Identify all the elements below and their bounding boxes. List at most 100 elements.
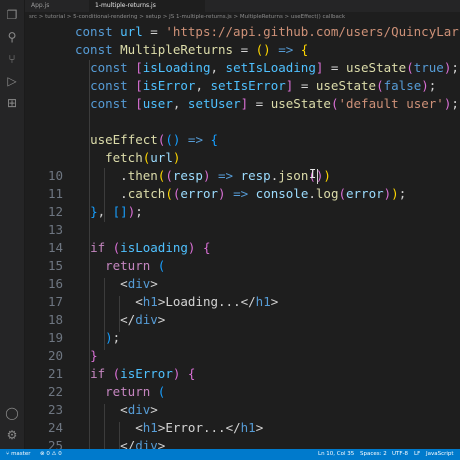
code-token: (: [165, 168, 173, 183]
indent-guide: [119, 422, 120, 449]
code-token: </: [120, 438, 136, 449]
tab-app-js[interactable]: App.js: [25, 0, 91, 12]
code-token: resp: [172, 168, 203, 183]
code-token: ;: [428, 78, 437, 93]
code-token: =: [323, 60, 346, 75]
code-line[interactable]: 12 }, []);: [25, 203, 460, 221]
code-line[interactable]: 16 <div>: [25, 275, 460, 293]
code-token: 'default user': [338, 96, 444, 111]
settings-gear-icon[interactable]: ⚙: [5, 428, 19, 442]
code-token: log: [315, 186, 339, 201]
code-token: [: [135, 96, 143, 111]
code-token: (: [157, 258, 166, 273]
code-line[interactable]: 20 }: [25, 347, 460, 365]
code-token: (): [255, 42, 271, 57]
indentation[interactable]: Spaces: 2: [360, 449, 387, 460]
code-token: error: [180, 186, 219, 201]
run-debug-icon[interactable]: ▷: [5, 74, 19, 88]
code-line[interactable]: 25 </div>: [25, 437, 460, 449]
code-token: .: [308, 186, 316, 201]
code-token: url: [120, 24, 143, 39]
source-control-icon[interactable]: ⑂: [5, 52, 19, 66]
code-line[interactable]: fetch(url): [25, 149, 460, 167]
indent-guide: [104, 404, 105, 449]
code-line[interactable]: const MultipleReturns = () => {: [25, 41, 460, 59]
code-token: Error...: [165, 420, 226, 435]
code-text: useEffect(() => {: [75, 131, 218, 149]
code-token: ,: [195, 78, 211, 93]
code-token: >: [150, 402, 158, 417]
line-number: 20: [47, 348, 63, 363]
code-token: useState: [270, 96, 331, 111]
problems-indicator[interactable]: ⊗ 0 ⚠ 0: [40, 449, 62, 460]
tab-multiple-returns[interactable]: 1-multiple-returns.js: [89, 0, 205, 12]
code-token: fetch: [105, 150, 143, 165]
code-token: ]: [240, 96, 249, 111]
code-editor[interactable]: const url = 'https://api.github.com/user…: [25, 22, 460, 449]
files-icon[interactable]: ❐: [5, 8, 19, 22]
code-token: ;: [135, 204, 143, 219]
code-line[interactable]: 15 return (: [25, 257, 460, 275]
code-token: ): [323, 168, 331, 183]
code-line[interactable]: 22 return (: [25, 383, 460, 401]
code-line[interactable]: 17 <h1>Loading...</h1>: [25, 293, 460, 311]
code-token: const: [90, 60, 136, 75]
extensions-icon[interactable]: ⊞: [5, 96, 19, 110]
text-cursor: [317, 169, 318, 184]
code-token: {: [187, 366, 196, 381]
code-token: user: [142, 96, 173, 111]
line-ending[interactable]: LF: [414, 449, 420, 460]
encoding[interactable]: UTF-8: [392, 449, 408, 460]
code-line[interactable]: 10 .then((resp) => resp.json()): [25, 167, 460, 185]
code-token: ): [105, 330, 113, 345]
code-token: {: [202, 240, 211, 255]
code-text: }, []);: [75, 203, 143, 221]
code-text: );: [75, 329, 120, 347]
breadcrumb[interactable]: src > tutorial > 5-conditional-rendering…: [25, 12, 460, 22]
code-line[interactable]: 13: [25, 221, 460, 239]
code-token: useState: [315, 78, 377, 93]
code-token: }: [90, 204, 98, 219]
code-token: =: [248, 96, 271, 111]
code-token: {: [300, 42, 309, 57]
code-line[interactable]: 23 <div>: [25, 401, 460, 419]
code-line[interactable]: 18 </div>: [25, 311, 460, 329]
code-token: useEffect: [90, 132, 158, 147]
code-token: if: [90, 366, 113, 381]
code-token: (: [338, 186, 346, 201]
code-token: ): [202, 168, 211, 183]
code-token: ;: [451, 60, 459, 75]
code-token: h1: [240, 420, 256, 435]
code-line[interactable]: useEffect(() => {: [25, 131, 460, 149]
code-token: ;: [398, 186, 407, 201]
language-mode[interactable]: JavaScript: [426, 449, 454, 460]
code-token: const: [90, 78, 136, 93]
code-line[interactable]: const [isError, setIsError] = useState(f…: [25, 77, 460, 95]
code-line[interactable]: const [user, setUser] = useState('defaul…: [25, 95, 460, 113]
code-line[interactable]: 11 .catch((error) => console.log(error))…: [25, 185, 460, 203]
code-token: <: [120, 276, 128, 291]
code-line[interactable]: 19 );: [25, 329, 460, 347]
account-icon[interactable]: ◯: [5, 406, 19, 420]
branch-indicator[interactable]: ⑂ master: [6, 449, 30, 460]
code-token: setIsLoading: [225, 60, 316, 75]
code-token: ,: [172, 96, 188, 111]
code-line[interactable]: 21 if (isError) {: [25, 365, 460, 383]
code-line[interactable]: [25, 113, 460, 131]
code-line[interactable]: 24 <h1>Error...</h1>: [25, 419, 460, 437]
code-line[interactable]: const url = 'https://api.github.com/user…: [25, 23, 460, 41]
line-number: 13: [47, 222, 63, 237]
code-token: (: [165, 186, 173, 201]
code-line[interactable]: const [isLoading, setIsLoading] = useSta…: [25, 59, 460, 77]
search-icon[interactable]: ⚲: [5, 30, 19, 44]
code-token: if: [90, 240, 113, 255]
cursor-position[interactable]: Ln 10, Col 35: [318, 449, 354, 460]
code-line[interactable]: 14 if (isLoading) {: [25, 239, 460, 257]
